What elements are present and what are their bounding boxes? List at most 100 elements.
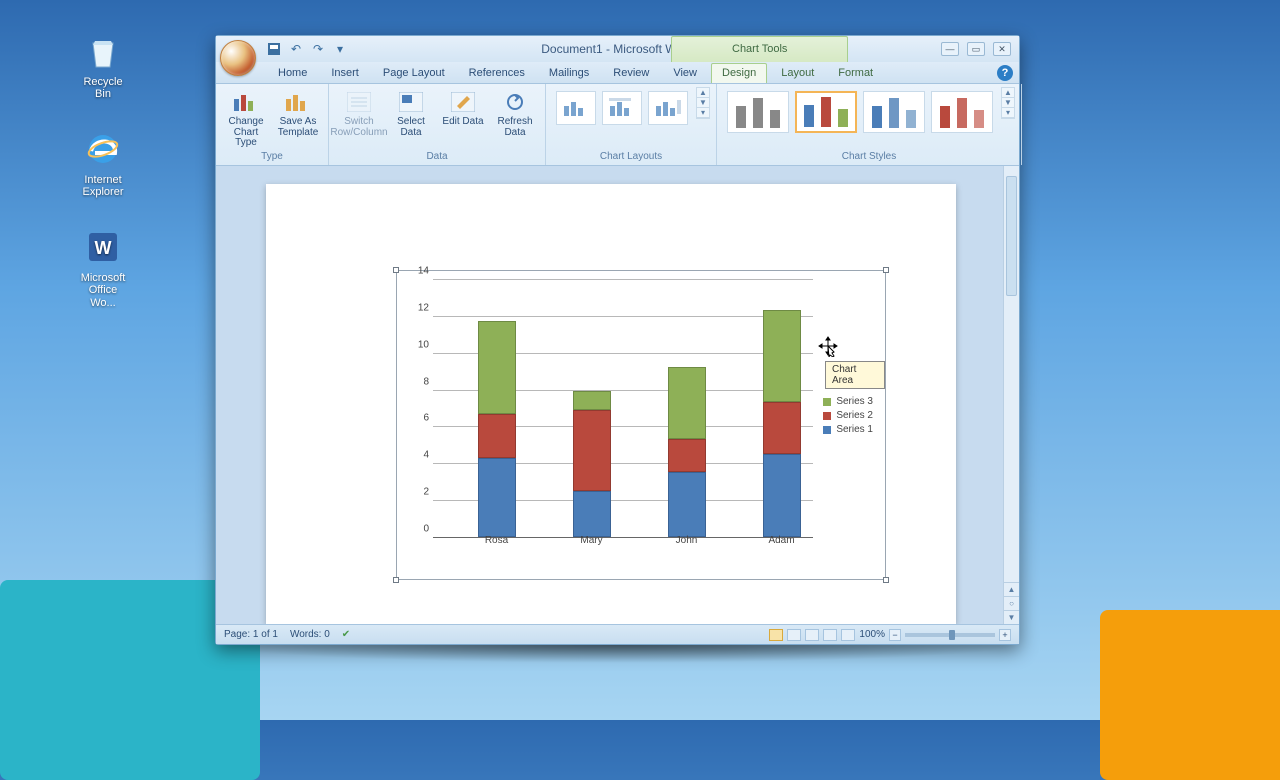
save-icon[interactable]	[266, 41, 282, 57]
gridline	[433, 279, 813, 280]
view-print-layout[interactable]	[769, 629, 783, 641]
bar-segment[interactable]	[668, 472, 706, 537]
save-as-template-button[interactable]: Save As Template	[274, 87, 322, 138]
view-web-layout[interactable]	[805, 629, 819, 641]
zoom-slider[interactable]	[905, 633, 995, 637]
legend-label: Series 2	[836, 410, 873, 421]
browse-object-icon[interactable]: ○	[1004, 596, 1019, 610]
tab-page-layout[interactable]: Page Layout	[373, 64, 455, 83]
template-icon	[282, 89, 314, 115]
ribbon: Change Chart Type Save As Template Type …	[216, 84, 1019, 166]
gridline	[433, 316, 813, 317]
switch-row-column-button[interactable]: Switch Row/Column	[335, 87, 383, 138]
bar-segment[interactable]	[668, 367, 706, 439]
view-full-screen[interactable]	[787, 629, 801, 641]
y-axis-label: 8	[403, 376, 429, 387]
tab-view[interactable]: View	[663, 64, 707, 83]
gallery-scroll[interactable]: ▲▼▾	[1001, 87, 1015, 119]
legend-item[interactable]: Series 1	[823, 424, 873, 435]
bar[interactable]	[668, 367, 706, 537]
chart-layout-thumb[interactable]	[648, 91, 688, 125]
next-page-icon[interactable]: ▼	[1004, 610, 1019, 624]
redo-icon[interactable]: ↷	[310, 41, 326, 57]
bar[interactable]	[478, 321, 516, 537]
chart-style-thumb[interactable]	[795, 91, 857, 133]
document-area[interactable]: Series 3Series 2Series 1 Chart Area 0246…	[216, 166, 1019, 624]
prev-page-icon[interactable]: ▲	[1004, 582, 1019, 596]
quick-access-toolbar: ↶ ↷ ▾	[266, 41, 348, 57]
chart-layout-thumb[interactable]	[556, 91, 596, 125]
legend-swatch	[823, 412, 831, 420]
bar-segment[interactable]	[478, 458, 516, 537]
help-button[interactable]: ?	[997, 65, 1013, 81]
zoom-out-button[interactable]: −	[889, 629, 901, 641]
tab-layout[interactable]: Layout	[771, 64, 824, 83]
contextual-tab-title: Chart Tools	[671, 36, 848, 62]
tab-mailings[interactable]: Mailings	[539, 64, 599, 83]
chart-layout-thumb[interactable]	[602, 91, 642, 125]
refresh-icon	[499, 89, 531, 115]
maximize-button[interactable]: ▭	[967, 42, 985, 56]
bar-segment[interactable]	[573, 391, 611, 409]
y-axis-label: 12	[403, 302, 429, 313]
legend-label: Series 3	[836, 396, 873, 407]
tab-review[interactable]: Review	[603, 64, 659, 83]
desktop-icon-recycle-bin[interactable]: Recycle Bin	[75, 30, 131, 100]
desktop-icon-word[interactable]: W Microsoft Office Wo...	[75, 226, 131, 308]
legend-item[interactable]: Series 2	[823, 410, 873, 421]
desktop-icon-internet-explorer[interactable]: Internet Explorer	[75, 128, 131, 198]
view-draft[interactable]	[841, 629, 855, 641]
tab-format[interactable]: Format	[828, 64, 883, 83]
plot-area[interactable]	[433, 279, 813, 537]
spellcheck-icon[interactable]: ✔	[342, 629, 350, 640]
gallery-scroll[interactable]: ▲▼▾	[696, 87, 710, 119]
desktop-icon-label: Recycle Bin	[75, 76, 131, 100]
chart-legend[interactable]: Series 3 Series 2 Series 1	[823, 393, 873, 438]
bar[interactable]	[763, 310, 801, 537]
select-data-icon	[395, 89, 427, 115]
title-bar: ↶ ↷ ▾ Document1 - Microsoft Word Chart T…	[216, 36, 1019, 62]
tab-home[interactable]: Home	[268, 64, 317, 83]
zoom-level[interactable]: 100%	[859, 629, 885, 640]
status-page: Page: 1 of 1	[224, 629, 278, 640]
select-data-button[interactable]: Select Data	[387, 87, 435, 138]
legend-item[interactable]: Series 3	[823, 396, 873, 407]
minimize-button[interactable]: —	[941, 42, 959, 56]
bar[interactable]	[573, 391, 611, 537]
zoom-in-button[interactable]: +	[999, 629, 1011, 641]
background-shape	[1100, 610, 1280, 780]
tab-insert[interactable]: Insert	[321, 64, 369, 83]
bar-segment[interactable]	[573, 491, 611, 537]
bar-segment[interactable]	[573, 410, 611, 491]
change-chart-type-button[interactable]: Change Chart Type	[222, 87, 270, 149]
tab-design[interactable]: Design	[711, 63, 767, 83]
edit-data-button[interactable]: Edit Data	[439, 87, 487, 128]
legend-swatch	[823, 398, 831, 406]
view-outline[interactable]	[823, 629, 837, 641]
chart-style-thumb[interactable]	[931, 91, 993, 133]
chart-object[interactable]: Series 3Series 2Series 1 Chart Area 0246…	[396, 270, 886, 580]
vertical-scrollbar[interactable]: ▲ ○ ▼	[1003, 166, 1019, 624]
bar-segment[interactable]	[763, 454, 801, 537]
refresh-data-button[interactable]: Refresh Data	[491, 87, 539, 138]
bar-segment[interactable]	[763, 310, 801, 402]
y-axis-label: 4	[403, 450, 429, 461]
close-button[interactable]: ✕	[993, 42, 1011, 56]
ribbon-group-chart-layouts: ▲▼▾ Chart Layouts	[546, 84, 717, 165]
bar-segment[interactable]	[478, 414, 516, 458]
chart-style-thumb[interactable]	[727, 91, 789, 133]
chart-style-thumb[interactable]	[863, 91, 925, 133]
bar-segment[interactable]	[478, 321, 516, 413]
tab-references[interactable]: References	[459, 64, 535, 83]
x-axis-label: Adam	[752, 535, 812, 546]
office-button[interactable]	[220, 40, 256, 76]
switch-icon	[343, 89, 375, 115]
bar-segment[interactable]	[668, 439, 706, 472]
desktop-icon-label: Microsoft Office Wo...	[75, 272, 131, 308]
ribbon-group-type: Change Chart Type Save As Template Type	[216, 84, 329, 165]
bar-segment[interactable]	[763, 402, 801, 454]
scrollbar-thumb[interactable]	[1006, 176, 1017, 296]
ribbon-tabs: Home Insert Page Layout References Maili…	[216, 62, 1019, 84]
qat-dropdown-icon[interactable]: ▾	[332, 41, 348, 57]
undo-icon[interactable]: ↶	[288, 41, 304, 57]
